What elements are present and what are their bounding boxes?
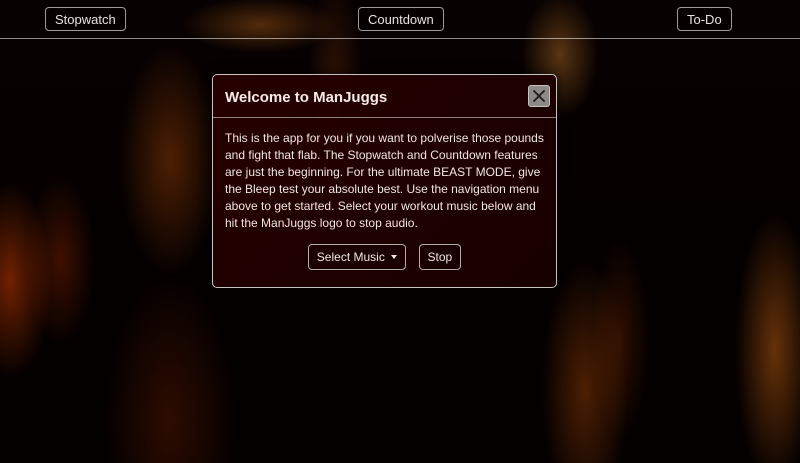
top-navigation: Stopwatch Countdown To-Do	[0, 0, 800, 39]
close-icon	[532, 89, 546, 103]
stop-button[interactable]: Stop	[418, 244, 462, 270]
welcome-message: This is the app for you if you want to p…	[225, 131, 544, 230]
modal-body: This is the app for you if you want to p…	[213, 118, 556, 270]
nav-stopwatch-button[interactable]: Stopwatch	[45, 7, 126, 31]
modal-actions: Select Music Stop	[225, 244, 544, 270]
select-music-dropdown[interactable]: Select Music	[307, 244, 406, 270]
welcome-modal: Welcome to ManJuggs This is the app for …	[212, 74, 557, 288]
modal-close-button[interactable]	[528, 85, 550, 107]
select-music-label: Select Music	[316, 249, 385, 264]
chevron-down-icon	[390, 255, 397, 259]
modal-header: Welcome to ManJuggs	[213, 75, 556, 118]
modal-title: Welcome to ManJuggs	[225, 89, 388, 106]
nav-countdown-button[interactable]: Countdown	[358, 7, 444, 31]
nav-todo-button[interactable]: To-Do	[677, 7, 732, 31]
